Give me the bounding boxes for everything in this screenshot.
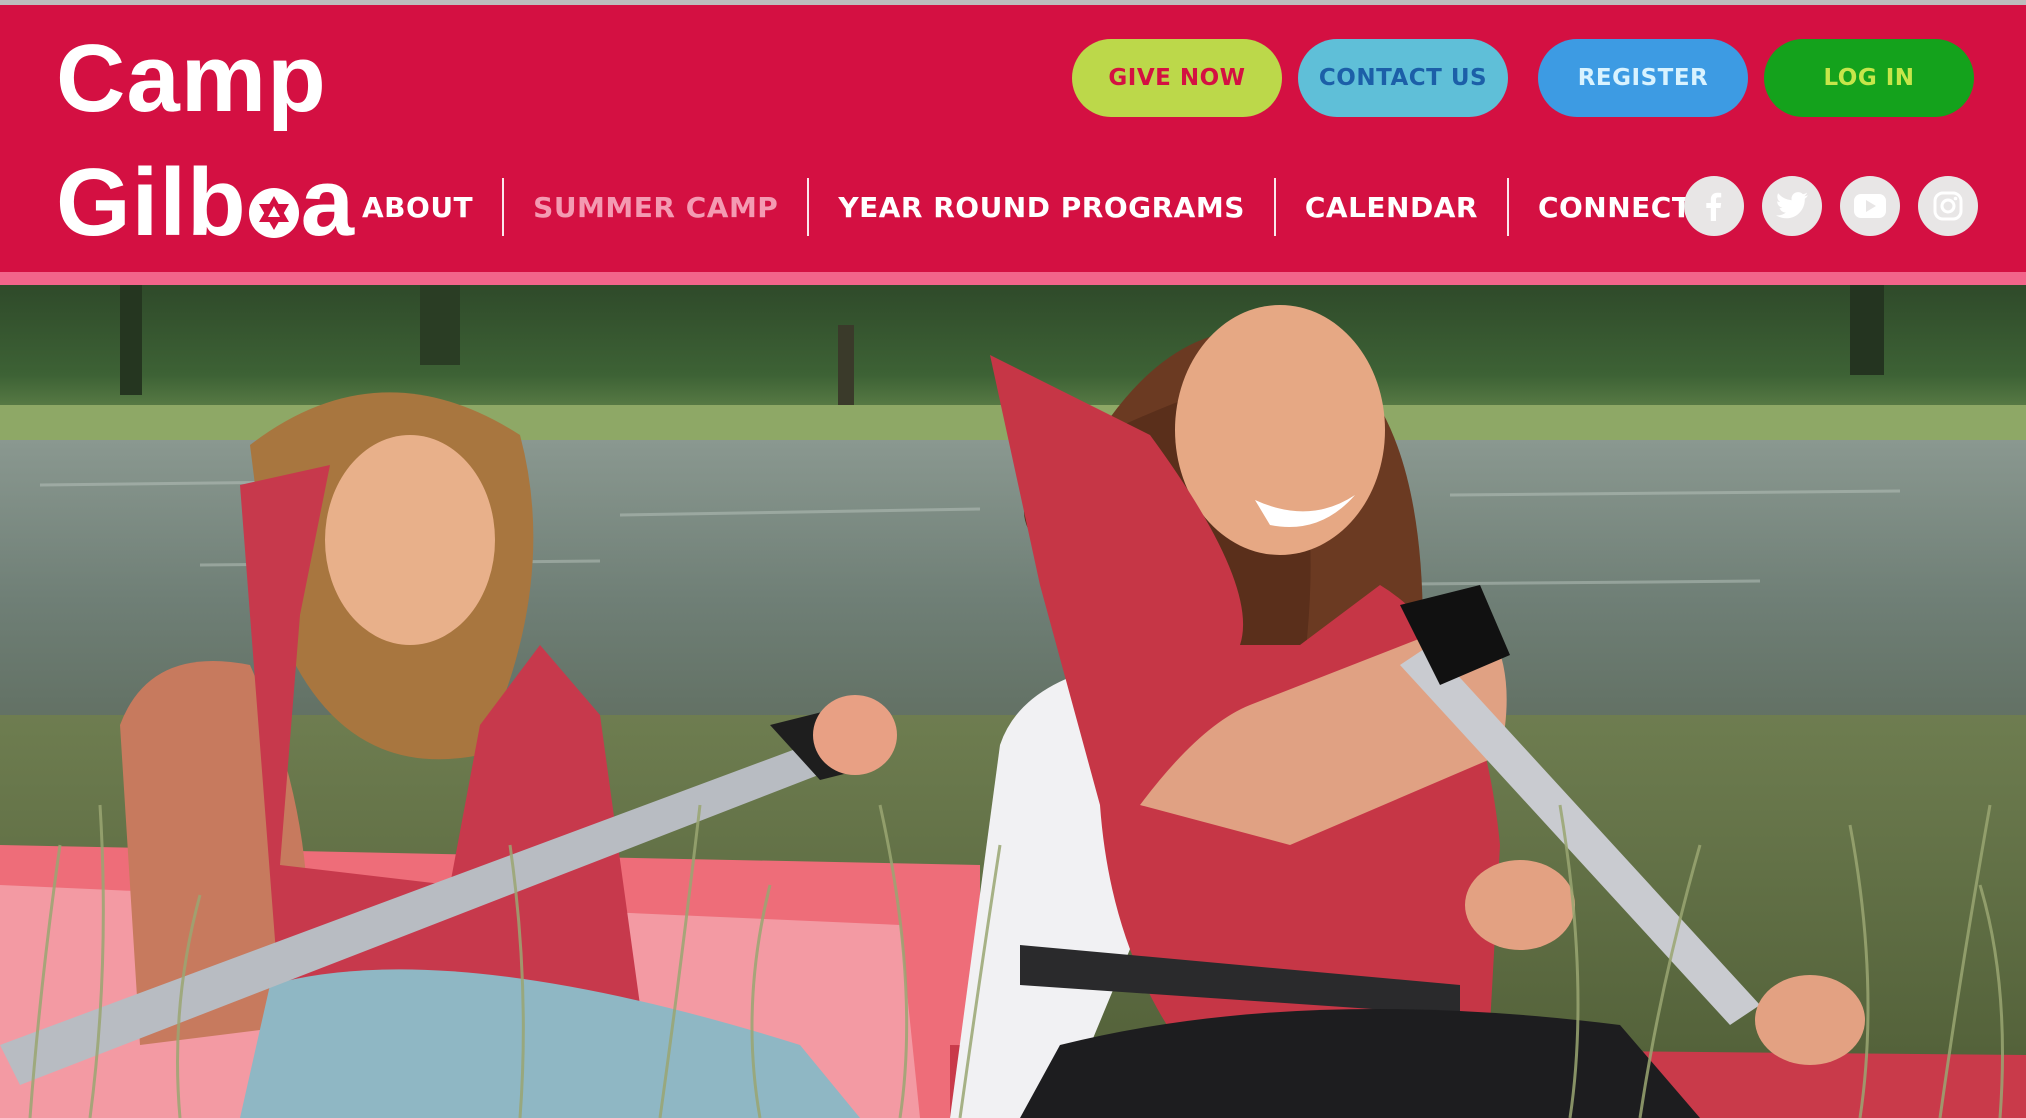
nav-item-connect[interactable]: CONNECT bbox=[1538, 191, 1692, 224]
nav-divider bbox=[807, 178, 810, 236]
nav-item-calendar[interactable]: CALENDAR bbox=[1305, 191, 1478, 224]
contact-us-button[interactable]: CONTACT US bbox=[1298, 39, 1508, 117]
nav-divider bbox=[1273, 178, 1276, 236]
nav-item-year-round-programs[interactable]: YEAR ROUND PROGRAMS bbox=[838, 191, 1245, 224]
nav-item-summer-camp[interactable]: SUMMER CAMP bbox=[533, 191, 778, 224]
header-accent-stripe bbox=[0, 272, 2026, 285]
nav-divider bbox=[1506, 178, 1509, 236]
hero-photo-kayaking-campers bbox=[0, 285, 2026, 1118]
logo-line-2: Gilb a bbox=[56, 155, 355, 251]
camp-gilboa-logo[interactable]: Camp Gilb a bbox=[56, 31, 355, 251]
youtube-icon[interactable] bbox=[1840, 176, 1900, 236]
logo-line-1: Camp bbox=[56, 25, 327, 132]
instagram-icon[interactable] bbox=[1918, 176, 1978, 236]
nav-item-about[interactable]: ABOUT bbox=[362, 191, 473, 224]
star-of-david-icon bbox=[248, 188, 299, 238]
site-header: Camp Gilb a GIVE NOW CONTACT US REGISTER… bbox=[0, 5, 2026, 272]
nav-divider bbox=[502, 178, 505, 236]
hero-image bbox=[0, 285, 2026, 1118]
main-navigation: ABOUT SUMMER CAMP YEAR ROUND PROGRAMS CA… bbox=[340, 175, 1691, 239]
register-button[interactable]: REGISTER bbox=[1538, 39, 1748, 117]
logo-text-start: Gilb bbox=[56, 149, 247, 256]
twitter-icon[interactable] bbox=[1762, 176, 1822, 236]
facebook-icon[interactable] bbox=[1684, 176, 1744, 236]
give-now-button[interactable]: GIVE NOW bbox=[1072, 39, 1282, 117]
log-in-button[interactable]: LOG IN bbox=[1764, 39, 1974, 117]
